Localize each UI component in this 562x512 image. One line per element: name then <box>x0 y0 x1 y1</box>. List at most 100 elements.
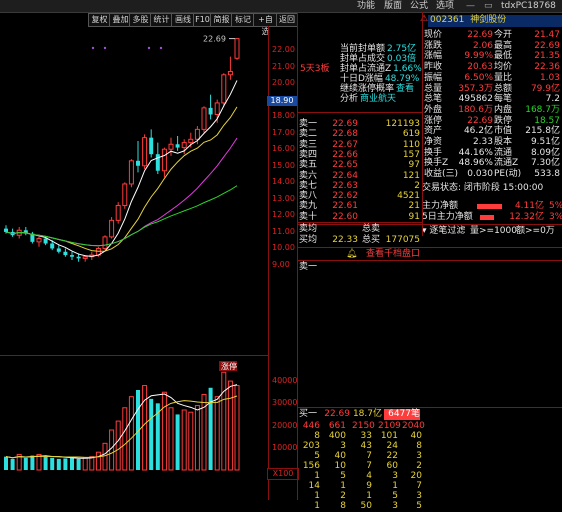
total-sell-label: 总卖 <box>362 224 381 234</box>
quote-value: 9.99% <box>464 51 493 62</box>
window-icon[interactable]: ▭ <box>484 0 493 12</box>
stock-header[interactable]: 002361 神剑股份 <box>428 15 562 27</box>
quote-value: 20.63 <box>467 62 493 73</box>
tag-line-value[interactable]: 查看 <box>396 84 414 94</box>
stock-code: 002361 <box>430 15 465 25</box>
tag-line-label: 十日D涨幅 <box>340 74 383 84</box>
candle-body <box>214 102 220 116</box>
candle-body <box>122 183 128 206</box>
tag-line-value: 1.66% <box>393 64 422 74</box>
main-net5-value: 12.32亿 <box>509 212 544 222</box>
toolbar-button[interactable]: 标记 <box>231 13 255 27</box>
candle-body <box>149 137 154 155</box>
quote-value: 18.57 <box>534 115 560 126</box>
volume-bar <box>128 396 134 471</box>
quote-value: 533.8 <box>534 169 560 180</box>
volume-bar <box>102 442 108 471</box>
menu-function[interactable]: 功能 <box>357 0 375 12</box>
queue-cell: 3 <box>392 501 398 511</box>
price-tick: 14.00 <box>272 177 295 187</box>
buy-one-price: 22.69 <box>324 409 350 419</box>
volume-divider <box>0 355 268 356</box>
main-net5-row: 5日主力净额 12.32亿 3% <box>422 212 562 223</box>
kline-chart[interactable]: 22.69 涨停 <box>0 26 297 500</box>
volume-unit: X100 <box>267 468 299 480</box>
quote-value: 22.69 <box>534 40 560 51</box>
candle-body <box>50 243 55 249</box>
tag-line-value: 商业航天 <box>360 94 397 104</box>
marker-dot <box>103 46 107 50</box>
quote-value: 1.03 <box>539 72 560 83</box>
filter-label[interactable]: ▾ 逐笔过滤 <box>422 226 465 237</box>
volume-tick: 30000 <box>272 398 298 408</box>
tag-line-label: 当前封单额 <box>340 44 386 54</box>
menu-formula[interactable]: 公式 <box>410 0 428 12</box>
marker-dot <box>147 46 151 50</box>
quote-label: 每笔 <box>494 94 513 105</box>
volume-bar <box>234 385 240 471</box>
price-tick: 16.00 <box>272 144 295 154</box>
main-net5-label: 5日主力净额 <box>422 212 473 222</box>
volume-tick: 40000 <box>272 376 298 386</box>
total-buy-label: 总买 <box>362 235 381 245</box>
view-order-depth-link[interactable]: 查看千档盘口 <box>366 249 420 260</box>
quote-label: 总额 <box>494 83 513 94</box>
volume-bar <box>175 414 180 470</box>
divider <box>422 12 423 236</box>
quote-value: 7.2 <box>545 94 560 105</box>
price-tick: 11.00 <box>272 226 295 236</box>
quote-value: 357.3万 <box>458 83 493 94</box>
buy-avg-label: 买均 <box>299 235 318 245</box>
candle-body <box>56 248 61 252</box>
quote-label: 量比 <box>494 72 513 83</box>
buy-one-amount: 18.7亿 <box>352 409 382 419</box>
volume-bar <box>4 456 8 470</box>
toolbar-button[interactable]: 复权 <box>88 13 111 27</box>
quote-label: 流通Z <box>494 158 519 169</box>
quote-label: 涨停 <box>424 115 443 126</box>
volume-bar <box>161 391 167 471</box>
minimize-icon[interactable]: — <box>466 0 475 12</box>
quote-label: 外盘 <box>424 104 443 115</box>
candle-body <box>70 255 74 257</box>
toolbar-button[interactable]: +自选 <box>253 13 278 36</box>
quote-value: 79.9亿 <box>530 83 560 94</box>
volume-bar <box>142 385 148 471</box>
candle-body <box>188 138 194 144</box>
candle-body <box>76 256 81 259</box>
divider <box>297 247 562 248</box>
queue-cell: 5 <box>416 501 422 511</box>
quote-value: 22.69 <box>467 30 493 40</box>
filter-volume[interactable]: 量>=1000 <box>470 226 517 237</box>
volume-bar <box>168 407 174 471</box>
main-net-value: 4.11亿 <box>514 201 544 211</box>
main-net-pct: 5% <box>549 201 562 211</box>
menu-layout[interactable]: 版面 <box>384 0 402 12</box>
toolbar-button[interactable]: 统计 <box>150 13 173 27</box>
toolbar-button[interactable]: 简报 <box>210 13 233 27</box>
candle-body <box>155 154 160 171</box>
quote-label: 今开 <box>494 30 513 40</box>
quote-value: 44.16% <box>458 147 493 158</box>
toolbar-button[interactable]: 返回 <box>276 13 298 27</box>
bell-icon[interactable]: 🔔︎ <box>346 249 357 260</box>
toolbar-button[interactable]: 画线 <box>171 13 195 27</box>
divider <box>297 260 562 261</box>
queue-cell: 50 <box>360 501 372 511</box>
volume-bar <box>70 457 74 470</box>
price-tick: 18.00 <box>272 111 295 121</box>
volume-bar <box>50 457 55 470</box>
sell-one-queue-label: 卖一 <box>299 262 318 272</box>
quote-label: 现价 <box>424 30 443 40</box>
buy-one-label: 买一 <box>299 409 318 419</box>
toolbar-button[interactable]: 多股 <box>129 13 152 27</box>
quote-label: 涨幅 <box>424 51 443 62</box>
volume-bar <box>208 387 213 470</box>
quote-value: 46.2亿 <box>463 126 493 137</box>
volume-bar <box>227 380 233 471</box>
price-tick: 10.00 <box>272 243 295 253</box>
filter-amount[interactable]: 额>=0万 <box>516 226 555 237</box>
candle-body <box>142 137 148 167</box>
menu-options[interactable]: 选项 <box>436 0 454 12</box>
main-net5-pct: 3% <box>549 212 562 222</box>
